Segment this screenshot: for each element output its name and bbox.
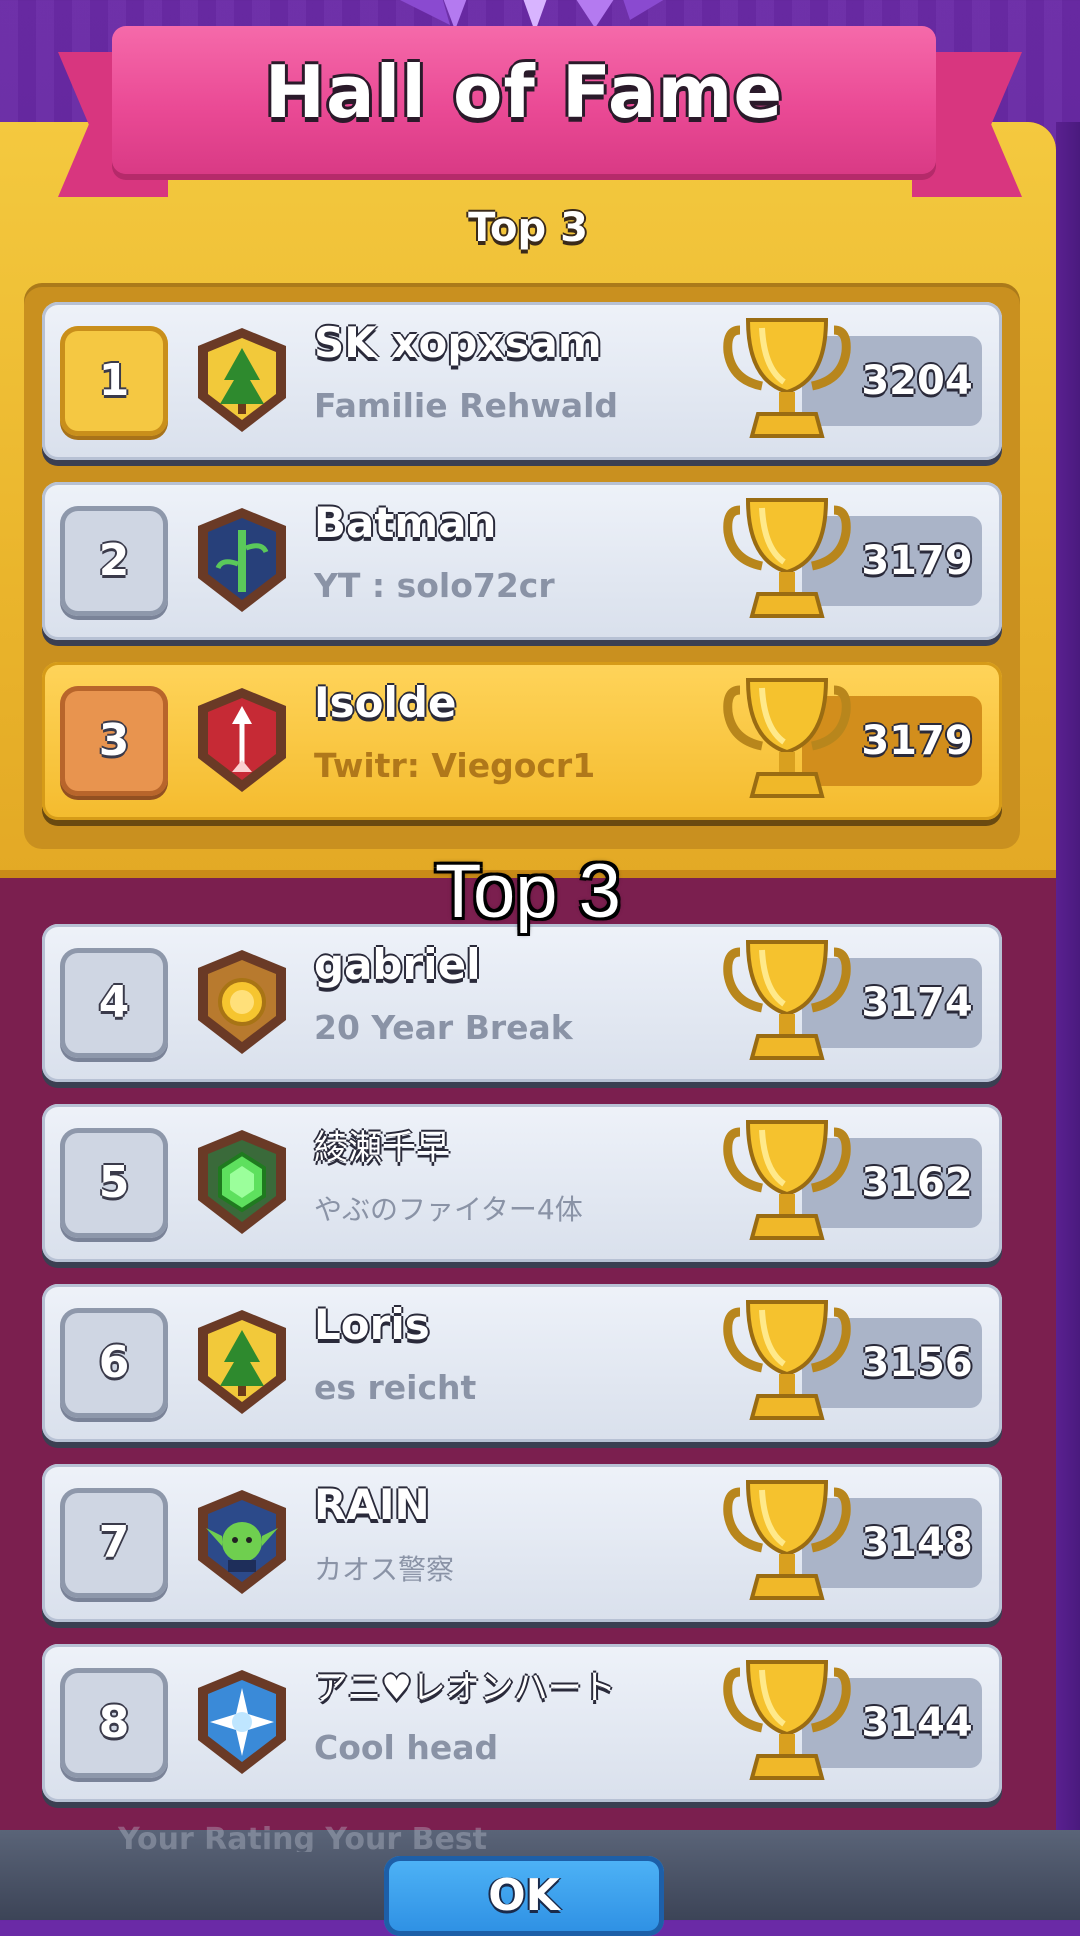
- trophy-score: 3174: [861, 980, 973, 1026]
- clan-name[interactable]: やぶのファイター4体: [314, 1188, 754, 1238]
- trophy-icon: [723, 1300, 851, 1420]
- panel-side: [1056, 122, 1080, 1842]
- goblin-badge-icon: [198, 1490, 286, 1594]
- coin-badge-icon: [198, 950, 286, 1054]
- trophy-score: 3148: [861, 1520, 973, 1566]
- rank-number: 5: [60, 1128, 168, 1238]
- clan-name[interactable]: カオス警察: [314, 1548, 754, 1598]
- rank-number: 2: [60, 506, 168, 616]
- trophy-icon: [723, 1480, 851, 1600]
- clan-name[interactable]: YT : solo72cr: [314, 566, 754, 616]
- leaderboard-row[interactable]: 6 Loris es reicht 3156: [42, 1284, 1002, 1442]
- video-caption: Top 3: [435, 849, 621, 934]
- player-name[interactable]: Batman: [314, 498, 754, 558]
- player-name[interactable]: RAIN: [314, 1480, 754, 1540]
- leaderboard-row[interactable]: 7 RAIN カオス警察 3148: [42, 1464, 1002, 1622]
- tree-badge-icon: [198, 1310, 286, 1414]
- leaderboard-row[interactable]: 4 gabriel 20 Year Break 3174: [42, 924, 1002, 1082]
- trophy-score: 3179: [861, 718, 973, 764]
- trophy-icon: [723, 1660, 851, 1780]
- player-name[interactable]: Loris: [314, 1300, 754, 1360]
- rank-number: 7: [60, 1488, 168, 1598]
- player-name[interactable]: アニ♥レオンハート: [314, 1660, 754, 1720]
- trophy-score: 3204: [861, 358, 973, 404]
- clan-name[interactable]: es reicht: [314, 1368, 754, 1418]
- rank-number: 3: [60, 686, 168, 796]
- leaderboard-row[interactable]: 3 Isolde Twitr: Viegocr1 3179: [42, 662, 1002, 820]
- player-name[interactable]: 綾瀬千早: [314, 1120, 754, 1180]
- rank-number: 1: [60, 326, 168, 436]
- arrow-badge-icon: [198, 688, 286, 792]
- tree-badge-icon: [198, 328, 286, 432]
- player-name[interactable]: gabriel: [314, 940, 754, 1000]
- clan-name[interactable]: Twitr: Viegocr1: [314, 746, 754, 796]
- leaderboard-row[interactable]: 8 アニ♥レオンハート Cool head 3144: [42, 1644, 1002, 1802]
- bamboo-badge-icon: [198, 508, 286, 612]
- trophy-score: 3156: [861, 1340, 973, 1386]
- trophy-score: 3144: [861, 1700, 973, 1746]
- rank-number: 4: [60, 948, 168, 1058]
- trophy-icon: [723, 940, 851, 1060]
- clan-name[interactable]: Familie Rehwald: [314, 386, 754, 436]
- ok-button[interactable]: OK: [384, 1856, 664, 1936]
- leaderboard-row[interactable]: 5 綾瀬千早やぶのファイター4体 3162: [42, 1104, 1002, 1262]
- trophy-icon: [723, 318, 851, 438]
- page-title: Hall of Fame: [264, 50, 784, 134]
- gem-badge-icon: [198, 1130, 286, 1234]
- player-name[interactable]: SK xopxsam: [314, 318, 754, 378]
- rank-number: 6: [60, 1308, 168, 1418]
- star-badge-icon: [198, 1670, 286, 1774]
- rank-number: 8: [60, 1668, 168, 1778]
- section-label: Top 3: [468, 205, 588, 251]
- leaderboard-row[interactable]: 2 Batman YT : solo72cr 3179: [42, 482, 1002, 640]
- clan-name[interactable]: 20 Year Break: [314, 1008, 754, 1058]
- clan-name[interactable]: Cool head: [314, 1728, 754, 1778]
- footer-hint: Your Rating Your Best: [118, 1822, 488, 1852]
- player-name[interactable]: Isolde: [314, 678, 754, 738]
- trophy-icon: [723, 1120, 851, 1240]
- trophy-icon: [723, 678, 851, 798]
- trophy-icon: [723, 498, 851, 618]
- trophy-score: 3162: [861, 1160, 973, 1206]
- trophy-score: 3179: [861, 538, 973, 584]
- leaderboard-row[interactable]: 1 SK xopxsam Familie Rehwald 3204: [42, 302, 1002, 460]
